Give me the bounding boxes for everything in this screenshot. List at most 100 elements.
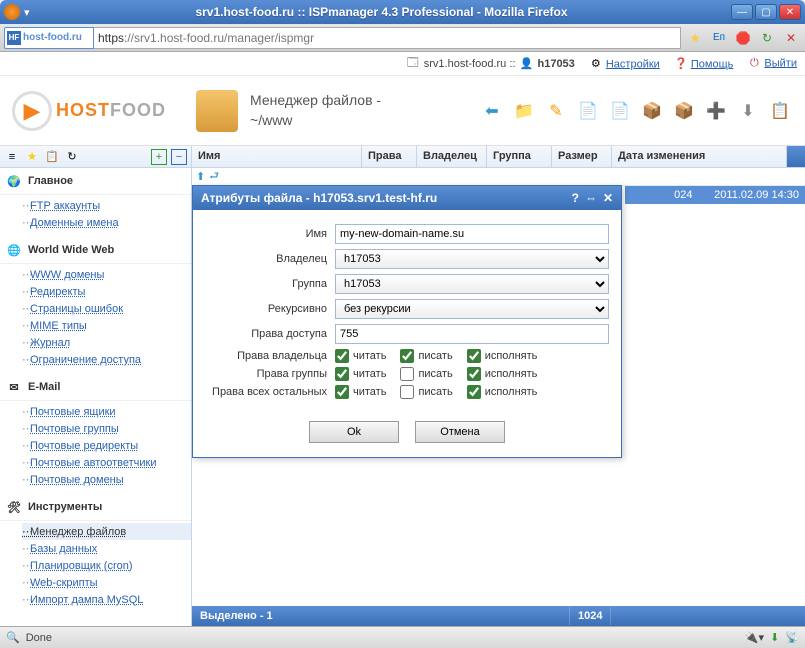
file-attributes-dialog: Атрибуты файла - h17053.srv1.test-hf.ru … xyxy=(192,185,622,458)
sidebar-item-access[interactable]: ⋯Ограничение доступа xyxy=(22,351,191,368)
select-group[interactable]: h17053 xyxy=(335,274,609,294)
sidebar-item-mailboxes[interactable]: ⋯Почтовые ящики xyxy=(22,403,191,420)
extract-button[interactable]: 📦 xyxy=(671,98,697,124)
status-selected: Выделено - 1 xyxy=(192,607,570,625)
abp-icon[interactable]: 🛑 xyxy=(733,28,753,48)
url-input[interactable]: https://srv1.host-food.ru/manager/ispmgr xyxy=(94,27,681,49)
select-recursive[interactable]: без рекурсии xyxy=(335,299,609,319)
col-name[interactable]: Имя xyxy=(192,146,362,167)
stop-icon[interactable]: ✕ xyxy=(781,28,801,48)
sidebar-item-autoreply[interactable]: ⋯Почтовые автоответчики xyxy=(22,454,191,471)
sidebar-item-cron[interactable]: ⋯Планировщик (cron) xyxy=(22,557,191,574)
sidebar-header-www[interactable]: 🌐World Wide Web xyxy=(0,237,191,264)
feed-icon[interactable]: 📡 xyxy=(785,631,799,644)
maximize-button[interactable]: ▢ xyxy=(755,4,777,20)
server-breadcrumb: 🗔 srv1.host-food.ru :: 👤 h17053 xyxy=(406,57,575,71)
select-owner[interactable]: h17053 xyxy=(335,249,609,269)
site-identity[interactable]: HF host-food.ru xyxy=(4,27,94,49)
sidebar-item-mime[interactable]: ⋯MIME типы xyxy=(22,317,191,334)
chk-other-exec[interactable] xyxy=(467,385,481,399)
status-text: Done xyxy=(26,632,52,644)
window-menu-dropdown[interactable]: ▾ xyxy=(24,6,34,19)
ok-button[interactable]: Ok xyxy=(309,421,399,443)
collapse-all-icon[interactable]: − xyxy=(171,149,187,165)
sidebar-item-mailgroups[interactable]: ⋯Почтовые группы xyxy=(22,420,191,437)
sidebar-header-main[interactable]: 🌍Главное xyxy=(0,168,191,195)
new-folder-button[interactable]: 📁 xyxy=(511,98,537,124)
label-group: Группа xyxy=(205,278,335,290)
col-size[interactable]: Размер xyxy=(552,146,612,167)
table-row[interactable]: 024 2011.02.09 14:30 xyxy=(625,186,805,204)
col-rights[interactable]: Права xyxy=(362,146,417,167)
back-button[interactable]: ⬅ xyxy=(479,98,505,124)
col-owner[interactable]: Владелец xyxy=(417,146,487,167)
page-title: Менеджер файлов - ~/www xyxy=(250,91,381,130)
favorite-icon[interactable]: ★ xyxy=(24,149,40,165)
copy-icon[interactable]: 📋 xyxy=(44,149,60,165)
sidebar-toolbar: ≡ ★ 📋 ↻ + − xyxy=(0,146,191,168)
input-name[interactable] xyxy=(335,224,609,244)
sidebar-item-filemgr[interactable]: ⋯Менеджер файлов xyxy=(22,523,191,540)
browser-statusbar: 🔍 Done 🔌▾ ⬇ 📡 xyxy=(0,626,805,648)
chk-owner-write[interactable] xyxy=(400,349,414,363)
chk-owner-read[interactable] xyxy=(335,349,349,363)
search-icon[interactable]: 🔍 xyxy=(6,631,20,644)
sidebar-item-domains[interactable]: ⋯Доменные имена xyxy=(22,214,191,231)
home-icon[interactable]: ⮐ xyxy=(209,167,219,186)
col-scroll xyxy=(787,146,805,167)
edit-button[interactable]: ✎ xyxy=(543,98,569,124)
bookmark-star-icon[interactable]: ★ xyxy=(685,28,705,48)
copy-button[interactable]: 📄 xyxy=(575,98,601,124)
url-bar: HF host-food.ru https://srv1.host-food.r… xyxy=(0,24,805,52)
sidebar-header-email[interactable]: ✉E-Mail xyxy=(0,374,191,401)
sidebar-item-maildomains[interactable]: ⋯Почтовые домены xyxy=(22,471,191,488)
sidebar-item-ftp[interactable]: ⋯FTP аккаунты xyxy=(22,197,191,214)
minimize-button[interactable]: — xyxy=(731,4,753,20)
settings-link[interactable]: ⚙ Настройки xyxy=(589,57,660,71)
sidebar-item-errorpages[interactable]: ⋯Страницы ошибок xyxy=(22,300,191,317)
sidebar-item-log[interactable]: ⋯Журнал xyxy=(22,334,191,351)
close-button[interactable]: ✕ xyxy=(779,4,801,20)
window-title: srv1.host-food.ru :: ISPmanager 4.3 Prof… xyxy=(34,5,729,19)
sidebar-item-wwwdomains[interactable]: ⋯WWW домены xyxy=(22,266,191,283)
lang-indicator[interactable]: Еп xyxy=(709,28,729,48)
properties-button[interactable]: 📋 xyxy=(767,98,793,124)
sidebar: ≡ ★ 📋 ↻ + − 🌍Главное ⋯FTP аккаунты ⋯Доме… xyxy=(0,146,192,626)
sidebar-item-webscripts[interactable]: ⋯Web-скрипты xyxy=(22,574,191,591)
nav-row: ⬆ ⮐ xyxy=(192,168,805,186)
expand-all-icon[interactable]: + xyxy=(151,149,167,165)
dialog-resize-icon[interactable]: ⇔ xyxy=(585,191,597,205)
sidebar-item-db[interactable]: ⋯Базы данных xyxy=(22,540,191,557)
list-view-icon[interactable]: ≡ xyxy=(4,149,20,165)
dialog-close-icon[interactable]: ✕ xyxy=(603,191,613,205)
cancel-button[interactable]: Отмена xyxy=(415,421,505,443)
download-button[interactable]: ⬇ xyxy=(735,98,761,124)
chk-group-read[interactable] xyxy=(335,367,349,381)
upload-button[interactable]: ➕ xyxy=(703,98,729,124)
col-group[interactable]: Группа xyxy=(487,146,552,167)
logout-link[interactable]: ⏻ Выйти xyxy=(747,57,797,71)
sidebar-item-redirects[interactable]: ⋯Редиректы xyxy=(22,283,191,300)
chk-other-write[interactable] xyxy=(400,385,414,399)
chk-owner-exec[interactable] xyxy=(467,349,481,363)
ext-icon[interactable]: ⬇ xyxy=(770,631,779,644)
chk-other-read[interactable] xyxy=(335,385,349,399)
archive-button[interactable]: 📦 xyxy=(639,98,665,124)
delete-button[interactable]: 📄 xyxy=(607,98,633,124)
help-link[interactable]: ❓ Помощь xyxy=(674,57,734,71)
window-titlebar: ▾ srv1.host-food.ru :: ISPmanager 4.3 Pr… xyxy=(0,0,805,24)
sidebar-header-tools[interactable]: 🛠Инструменты xyxy=(0,494,191,521)
input-perms[interactable] xyxy=(335,324,609,344)
reload-icon[interactable]: ↻ xyxy=(757,28,777,48)
sidebar-item-mysqlimport[interactable]: ⋯Импорт дампа MySQL xyxy=(22,591,191,608)
col-date[interactable]: Дата изменения xyxy=(612,146,787,167)
chk-group-write[interactable] xyxy=(400,367,414,381)
sidebar-item-mailred[interactable]: ⋯Почтовые редиректы xyxy=(22,437,191,454)
dialog-titlebar[interactable]: Атрибуты файла - h17053.srv1.test-hf.ru … xyxy=(193,186,621,210)
chk-group-exec[interactable] xyxy=(467,367,481,381)
proxy-icon[interactable]: 🔌▾ xyxy=(745,631,764,644)
refresh-icon[interactable]: ↻ xyxy=(64,149,80,165)
dialog-help-icon[interactable]: ? xyxy=(572,191,579,205)
up-icon[interactable]: ⬆ xyxy=(196,170,205,183)
status-size: 1024 xyxy=(570,607,611,625)
